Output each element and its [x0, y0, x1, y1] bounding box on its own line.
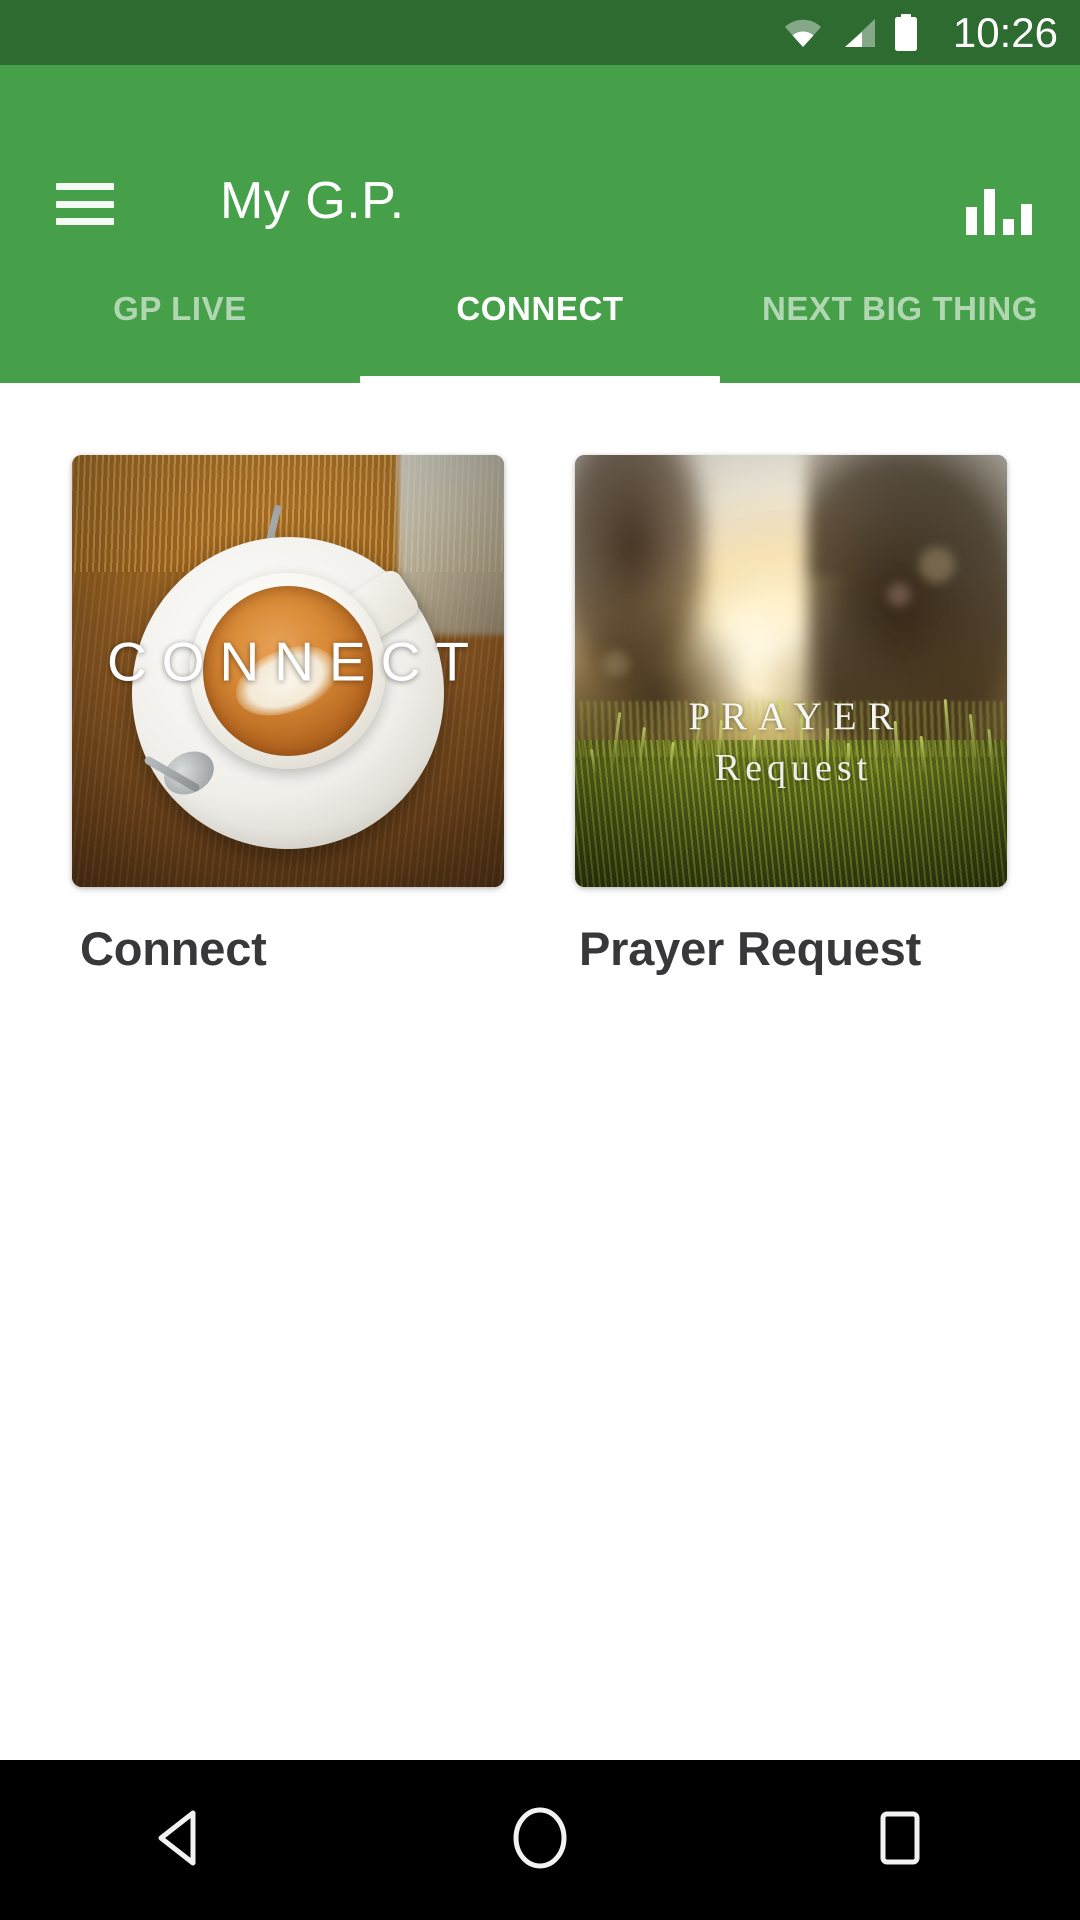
card-connect[interactable]: CONNECT — [72, 455, 504, 887]
tab-active-indicator — [360, 376, 720, 383]
card-prayer-request[interactable]: PRAYER Request — [575, 455, 1007, 887]
content-area: CONNECT Connect PRAYER Request Prayer Re… — [0, 383, 1080, 1760]
card-image-overlay-title: CONNECT — [107, 630, 484, 693]
card-caption-prayer-request: Prayer Request — [579, 922, 922, 975]
sunset-field-photo — [575, 455, 1007, 887]
back-button[interactable] — [100, 1760, 260, 1920]
card-image-overlay-title: PRAYER — [688, 694, 905, 738]
status-bar: 10:26 — [0, 0, 1080, 65]
page-title: My G.P. — [220, 172, 405, 230]
card-caption-connect: Connect — [80, 922, 267, 975]
hamburger-line — [56, 183, 114, 190]
cellular-signal-icon — [839, 17, 877, 49]
tab-label: GP LIVE — [113, 290, 247, 327]
square-icon — [874, 1809, 926, 1872]
battery-icon — [893, 13, 919, 52]
photo-vignette — [575, 455, 1007, 887]
wifi-icon — [783, 17, 823, 49]
tab-label: CONNECT — [456, 290, 624, 327]
grid-cell: PRAYER Request Prayer Request — [540, 455, 1080, 977]
hamburger-line — [56, 218, 114, 225]
card-image-overlay-subtitle: Request — [714, 746, 873, 789]
tab-next-big-thing[interactable]: NEXT BIG THING — [720, 235, 1080, 383]
tab-label: NEXT BIG THING — [761, 290, 1039, 327]
circle-icon — [511, 1807, 569, 1874]
status-bar-clock: 10:26 — [952, 8, 1058, 56]
tab-gp-live[interactable]: GP LIVE — [0, 235, 360, 383]
tab-connect[interactable]: CONNECT — [360, 235, 720, 383]
grid-cell: CONNECT Connect — [0, 455, 540, 977]
app-screen: 10:26 My G.P. GP LIVE CONNECT NEXT BIG T… — [0, 0, 1080, 1920]
status-bar-icons: 10:26 — [783, 8, 1058, 56]
home-button[interactable] — [460, 1760, 620, 1920]
app-bar: My G.P. — [0, 65, 1080, 255]
hamburger-line — [56, 200, 114, 208]
android-navigation-bar — [0, 1760, 1080, 1920]
recents-button[interactable] — [820, 1760, 980, 1920]
triangle-left-icon — [153, 1809, 207, 1872]
hamburger-menu-icon[interactable] — [56, 183, 114, 225]
card-grid: CONNECT Connect PRAYER Request Prayer Re… — [0, 455, 1080, 977]
tab-bar: GP LIVE CONNECT NEXT BIG THING — [0, 235, 1080, 383]
